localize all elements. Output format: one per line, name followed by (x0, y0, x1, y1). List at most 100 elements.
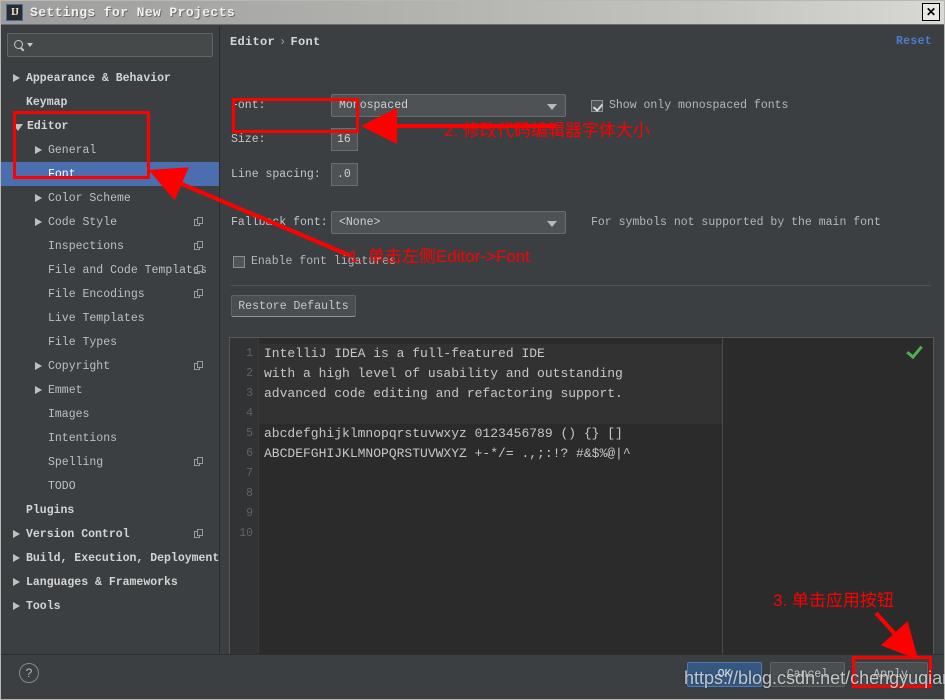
copy-settings-icon[interactable] (194, 264, 205, 276)
sidebar-item-emmet[interactable]: Emmet (1, 378, 219, 402)
chevron-down-icon[interactable] (13, 123, 23, 131)
show-monospaced-row[interactable]: Show only monospaced fonts (591, 99, 788, 112)
chevron-right-icon[interactable] (13, 554, 20, 562)
chevron-down-icon (27, 43, 33, 47)
copy-settings-icon[interactable] (194, 360, 205, 372)
chevron-right-icon[interactable] (13, 530, 20, 538)
font-preview-panel: 1 2 3 4 5 6 7 8 9 10 IntelliJ IDEA is a full-feat… (229, 337, 934, 666)
copy-settings-icon[interactable] (194, 240, 205, 252)
sidebar-item-file-encodings[interactable]: File Encodings (1, 282, 219, 306)
preview-line-number: 8 (246, 487, 253, 500)
preview-right-pane (722, 338, 933, 665)
sidebar-item-label: Live Templates (48, 311, 145, 325)
sidebar-item-languages-frameworks[interactable]: Languages & Frameworks (1, 570, 219, 594)
help-button[interactable]: ? (19, 663, 39, 683)
dialog-body: Appearance & Behavior Keymap Editor General… (1, 26, 944, 699)
chevron-right-icon[interactable] (13, 578, 20, 586)
chevron-right-icon[interactable] (13, 602, 20, 610)
chevron-right-icon[interactable] (35, 146, 42, 154)
sidebar-item-label: Languages & Frameworks (26, 575, 178, 589)
settings-dialog: IJ Settings for New Projects ✕ Appearanc… (0, 0, 945, 700)
preview-line-number: 5 (246, 427, 253, 440)
font-settings-panel: Editor › Font Reset Font: Monospaced Show … (221, 26, 944, 666)
preview-line-number: 3 (246, 387, 253, 400)
show-monospaced-label: Show only monospaced fonts (609, 99, 789, 112)
chevron-down-icon (547, 104, 557, 110)
sidebar-item-intentions[interactable]: Intentions (1, 426, 219, 450)
ok-button[interactable]: OK (687, 662, 762, 687)
settings-tree: Appearance & Behavior Keymap Editor General… (1, 66, 219, 618)
search-box[interactable] (7, 33, 213, 57)
sidebar-item-todo[interactable]: TODO (1, 474, 219, 498)
line-spacing-input[interactable]: .0 (331, 163, 358, 186)
sidebar-item-label: Version Control (26, 527, 130, 541)
chevron-right-icon[interactable] (35, 386, 42, 394)
sidebar-item-file-and-code-templates[interactable]: File and Code Templates (1, 258, 219, 282)
size-input[interactable]: 16 (331, 128, 358, 151)
fallback-font-dropdown[interactable]: <None> (331, 211, 566, 234)
search-input[interactable] (36, 39, 212, 51)
enable-ligatures-checkbox[interactable] (233, 255, 245, 268)
sidebar-item-copyright[interactable]: Copyright (1, 354, 219, 378)
sidebar-item-label: Appearance & Behavior (26, 71, 171, 85)
intellij-logo-icon: IJ (6, 4, 23, 21)
cancel-button[interactable]: Cancel (770, 662, 845, 687)
sidebar-item-live-templates[interactable]: Live Templates (1, 306, 219, 330)
sidebar-item-images[interactable]: Images (1, 402, 219, 426)
sidebar-item-appearance-behavior[interactable]: Appearance & Behavior (1, 66, 219, 90)
sidebar-item-label: Emmet (48, 383, 83, 397)
sidebar-item-build-execution-deployment[interactable]: Build, Execution, Deployment (1, 546, 219, 570)
sidebar-item-label: Inspections (48, 239, 124, 253)
sidebar-item-tools[interactable]: Tools (1, 594, 219, 618)
ligatures-row[interactable]: Enable font ligatures (233, 255, 396, 268)
dialog-footer: ? OK Cancel Apply (1, 654, 944, 699)
sidebar-item-label: File Encodings (48, 287, 145, 301)
window-title: Settings for New Projects (30, 5, 236, 20)
show-monospaced-checkbox[interactable] (591, 99, 603, 112)
divider (231, 285, 931, 286)
breadcrumb-root[interactable]: Editor (230, 35, 275, 49)
breadcrumb: Editor › Font (230, 35, 321, 49)
preview-code[interactable]: IntelliJ IDEA is a full-featured IDE with… (258, 338, 933, 665)
preview-gutter: 1 2 3 4 5 6 7 8 9 10 (230, 338, 258, 665)
sidebar-item-version-control[interactable]: Version Control (1, 522, 219, 546)
chevron-right-icon[interactable] (35, 218, 42, 226)
sidebar-item-general[interactable]: General (1, 138, 219, 162)
sidebar-item-inspections[interactable]: Inspections (1, 234, 219, 258)
preview-line-number: 9 (246, 507, 253, 520)
copy-settings-icon[interactable] (194, 528, 205, 540)
sidebar-item-keymap[interactable]: Keymap (1, 90, 219, 114)
close-icon[interactable]: ✕ (922, 3, 940, 21)
fallback-font-hint: For symbols not supported by the main fo… (591, 216, 881, 229)
sidebar-item-file-types[interactable]: File Types (1, 330, 219, 354)
sidebar-item-code-style[interactable]: Code Style (1, 210, 219, 234)
sidebar-item-label: Editor (27, 119, 69, 133)
sidebar-item-plugins[interactable]: Plugins (1, 498, 219, 522)
apply-button[interactable]: Apply (853, 662, 928, 687)
sidebar-item-color-scheme[interactable]: Color Scheme (1, 186, 219, 210)
copy-settings-icon[interactable] (194, 216, 205, 228)
sidebar-item-label: Intentions (48, 431, 118, 445)
chevron-right-icon[interactable] (35, 194, 42, 202)
preview-line-number: 1 (246, 347, 253, 360)
sidebar-item-label: Color Scheme (48, 191, 131, 205)
line-spacing-label: Line spacing: (231, 168, 321, 181)
copy-settings-icon[interactable] (194, 288, 205, 300)
search-wrapper (1, 26, 219, 57)
sidebar-item-font[interactable]: Font (1, 162, 219, 186)
line-spacing-row: Line spacing: .0 (231, 163, 358, 186)
sidebar-item-spelling[interactable]: Spelling (1, 450, 219, 474)
chevron-right-icon[interactable] (13, 74, 20, 82)
settings-sidebar: Appearance & Behavior Keymap Editor General… (1, 26, 220, 653)
breadcrumb-leaf: Font (290, 35, 321, 49)
restore-defaults-button[interactable]: Restore Defaults (231, 295, 356, 317)
sidebar-item-editor[interactable]: Editor (1, 114, 219, 138)
sidebar-item-label: File and Code Templates (48, 263, 207, 277)
breadcrumb-separator: › (279, 35, 287, 49)
preview-line-number: 6 (246, 447, 253, 460)
reset-link[interactable]: Reset (896, 35, 932, 48)
copy-settings-icon[interactable] (194, 456, 205, 468)
chevron-right-icon[interactable] (35, 362, 42, 370)
font-family-dropdown[interactable]: Monospaced (331, 94, 566, 117)
search-icon (14, 39, 25, 51)
